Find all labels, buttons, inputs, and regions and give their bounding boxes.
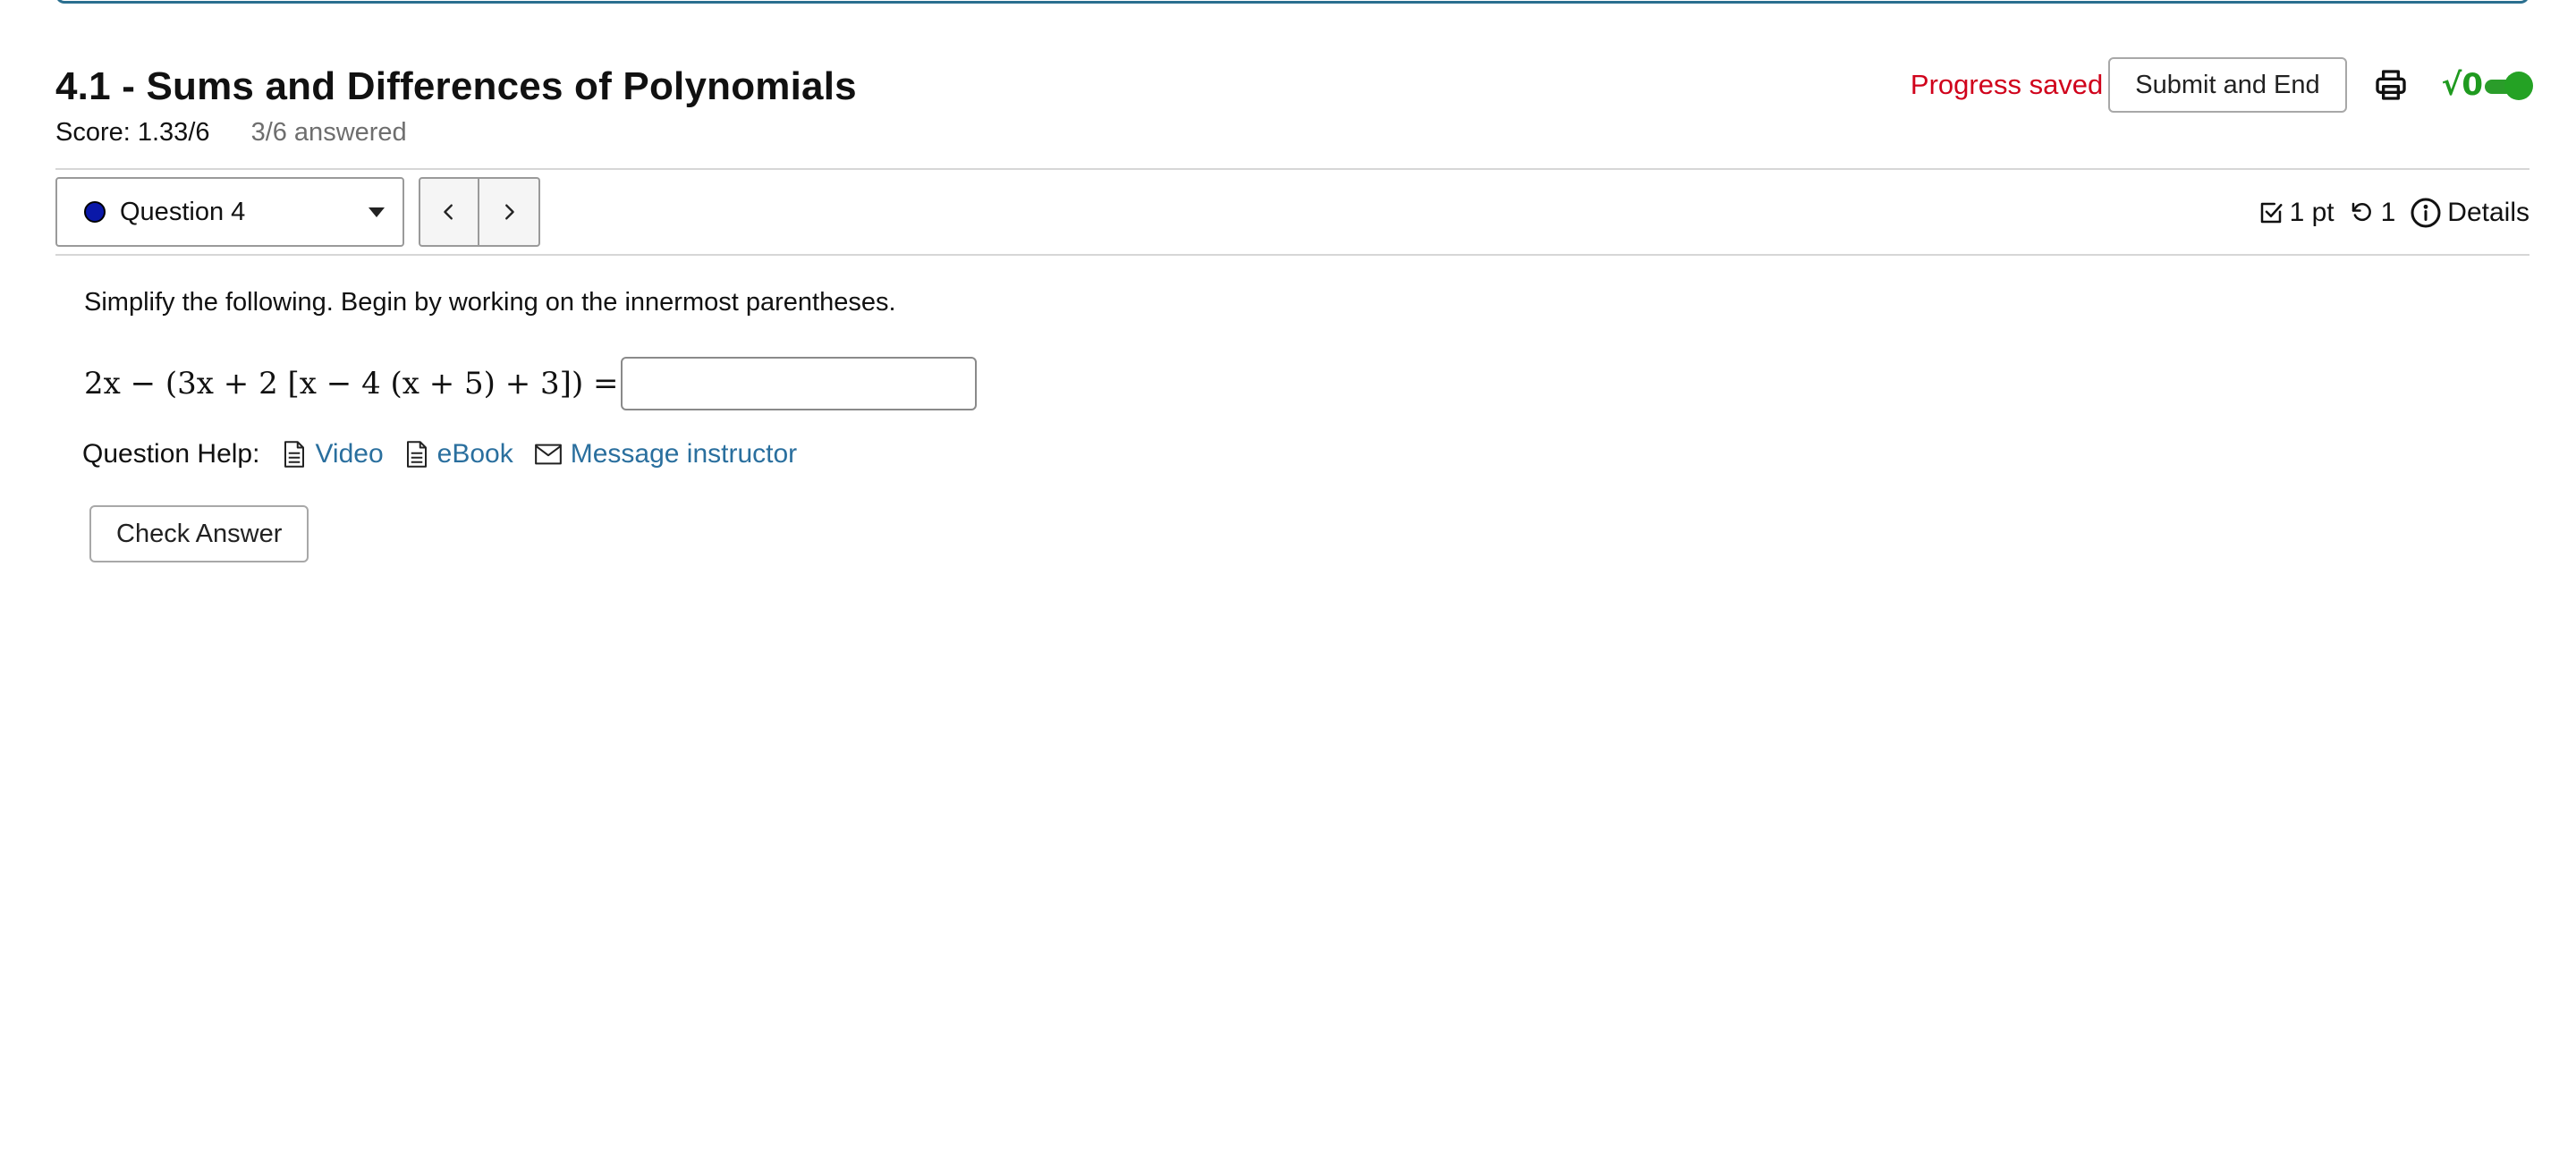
question-select-label: Question 4	[120, 197, 246, 226]
check-answer-button[interactable]: Check Answer	[89, 505, 309, 562]
print-button[interactable]	[2370, 64, 2411, 106]
printer-icon	[2375, 70, 2406, 100]
document-icon	[406, 441, 427, 468]
caret-down-icon	[369, 207, 385, 217]
points-info: 1 pt	[2258, 198, 2334, 228]
toolbar-divider	[55, 254, 2529, 256]
message-instructor-label: Message instructor	[570, 439, 798, 469]
details-label: Details	[2447, 198, 2529, 227]
video-link[interactable]: Video	[283, 439, 384, 469]
page-title: 4.1 - Sums and Differences of Polynomial…	[55, 64, 857, 108]
toggle-switch	[2485, 72, 2533, 100]
chevron-left-icon	[444, 204, 453, 220]
score-text: Score: 1.33/6	[55, 118, 210, 147]
header-divider	[55, 168, 2529, 170]
attempts-info: 1	[2349, 198, 2396, 228]
info-icon	[2411, 198, 2441, 228]
ebook-link[interactable]: eBook	[405, 439, 513, 469]
details-button[interactable]: Details	[2410, 197, 2529, 229]
question-help: Question Help: Video eBook Message instr…	[82, 436, 797, 472]
question-prompt: Simplify the following. Begin by working…	[84, 288, 896, 317]
question-status-dot	[84, 201, 106, 223]
previous-question-button[interactable]	[419, 177, 479, 247]
chevron-right-icon	[505, 204, 514, 220]
header-actions: Progress saved Submit and End √0	[1910, 55, 2533, 114]
math-entry-toggle[interactable]: √0	[2441, 67, 2533, 103]
answer-input[interactable]	[620, 357, 977, 410]
math-expression: 2x − (3x + 2 [x − 4 (x + 5) + 3]) =	[84, 366, 619, 402]
message-instructor-link[interactable]: Message instructor	[534, 439, 798, 469]
equation-row: 2x − (3x + 2 [x − 4 (x + 5) + 3]) =	[84, 356, 977, 411]
toggle-knob	[2504, 72, 2533, 100]
attempts-value: 1	[2380, 198, 2396, 227]
submit-and-end-button[interactable]: Submit and End	[2108, 57, 2347, 113]
score-line: Score: 1.33/6 3/6 answered	[55, 118, 407, 148]
sqrt-icon: √0	[2441, 67, 2483, 103]
question-pager	[419, 177, 540, 247]
video-link-label: Video	[315, 439, 384, 469]
progress-status: Progress saved	[1910, 69, 2104, 100]
question-help-label: Question Help:	[82, 439, 260, 469]
question-select[interactable]: Question 4	[55, 177, 404, 247]
top-frame-border	[55, 0, 2529, 4]
ebook-link-label: eBook	[436, 439, 513, 469]
question-meta: 1 pt 1 Details	[2258, 191, 2529, 234]
document-icon	[284, 441, 305, 468]
envelope-icon	[534, 444, 562, 465]
points-value: 1 pt	[2289, 198, 2334, 227]
checkbox-icon	[2260, 202, 2283, 224]
next-question-button[interactable]	[479, 177, 540, 247]
retry-icon	[2351, 202, 2371, 222]
answered-count: 3/6 answered	[250, 118, 407, 147]
